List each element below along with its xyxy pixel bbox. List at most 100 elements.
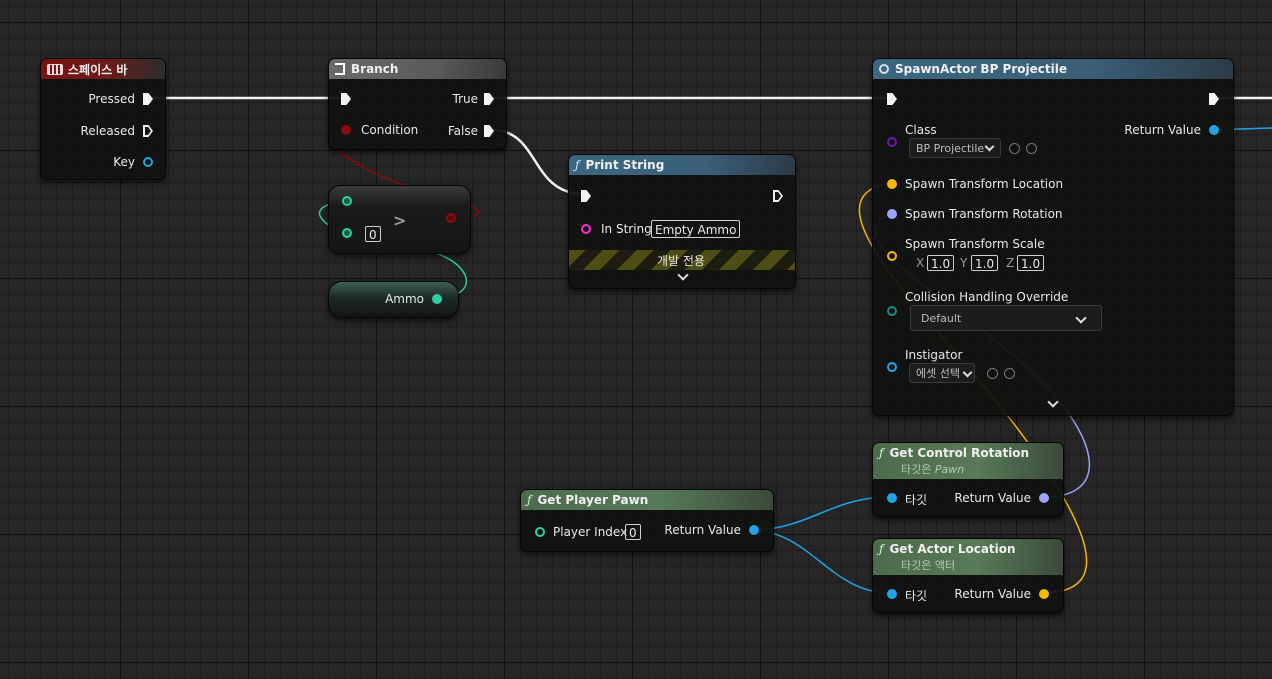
spacebar-node-header[interactable]: 스페이스 바 bbox=[41, 59, 165, 79]
keyboard-icon bbox=[47, 63, 63, 75]
spawn-actor-header[interactable]: SpawnActor BP Projectile bbox=[873, 59, 1233, 79]
get-actor-location-header[interactable]: ƒ Get Actor Location 타깃은 액터 bbox=[873, 539, 1063, 575]
actor-location-target-pin[interactable] bbox=[887, 589, 897, 599]
instigator-label: Instigator bbox=[905, 348, 963, 362]
spawn-rotation-label: Spawn Transform Rotation bbox=[905, 207, 1063, 221]
spawn-scale-pin[interactable] bbox=[887, 251, 897, 261]
get-control-rotation-header[interactable]: ƒ Get Control Rotation 타깃은 Pawn bbox=[873, 443, 1063, 479]
spawn-actor-node[interactable]: SpawnActor BP Projectile Class BP Projec… bbox=[872, 58, 1234, 416]
get-player-pawn-node[interactable]: ƒ Get Player Pawn Player Index 0 Return … bbox=[520, 489, 774, 552]
false-label: False bbox=[447, 124, 478, 138]
spawn-expand-chevron-icon[interactable] bbox=[1047, 396, 1059, 408]
collision-label: Collision Handling Override bbox=[905, 290, 1069, 304]
spawn-rotation-pin[interactable] bbox=[887, 209, 897, 219]
condition-label: Condition bbox=[361, 123, 419, 137]
compare-result-bool-pin[interactable] bbox=[446, 213, 456, 223]
scale-z-label: Z bbox=[1006, 256, 1015, 270]
function-icon: ƒ bbox=[879, 541, 884, 556]
control-rotation-return-label: Return Value bbox=[954, 491, 1031, 505]
player-index-pin[interactable] bbox=[535, 527, 545, 537]
branch-exec-in-pin[interactable] bbox=[341, 93, 351, 105]
instigator-browse-icon[interactable] bbox=[1004, 368, 1015, 379]
released-label: Released bbox=[80, 124, 135, 138]
compare-input-b-pin[interactable] bbox=[342, 228, 352, 238]
get-player-pawn-title: Get Player Pawn bbox=[537, 493, 649, 507]
actor-location-target-label: 타깃 bbox=[905, 589, 928, 603]
spacebar-event-node[interactable]: 스페이스 바 Pressed Released Key bbox=[40, 58, 166, 180]
actor-location-return-pin[interactable] bbox=[1039, 589, 1049, 599]
instigator-dropdown-value: 에셋 선택 bbox=[916, 367, 960, 380]
control-rotation-target-label: 타깃 bbox=[905, 493, 928, 507]
spawn-actor-title: SpawnActor BP Projectile bbox=[895, 62, 1067, 76]
spawn-exec-in-pin[interactable] bbox=[887, 93, 897, 105]
branch-node-title: Branch bbox=[351, 62, 399, 76]
spawn-exec-out-pin[interactable] bbox=[1209, 93, 1219, 105]
class-pin[interactable] bbox=[887, 137, 897, 147]
player-index-input[interactable]: 0 bbox=[625, 524, 641, 540]
true-exec-pin[interactable] bbox=[484, 93, 494, 105]
true-label: True bbox=[452, 92, 479, 106]
print-string-title: Print String bbox=[585, 158, 665, 172]
class-dropdown-value: BP Projectile bbox=[916, 141, 985, 155]
spawn-location-pin[interactable] bbox=[887, 179, 897, 189]
function-icon: ƒ bbox=[527, 493, 532, 507]
greater-than-node[interactable]: 0 > bbox=[328, 185, 471, 254]
actor-location-return-label: Return Value bbox=[954, 587, 1031, 601]
use-selected-icon[interactable] bbox=[1009, 143, 1020, 154]
key-label: Key bbox=[113, 155, 135, 169]
control-rotation-return-pin[interactable] bbox=[1039, 493, 1049, 503]
ammo-int-pin[interactable] bbox=[432, 294, 442, 304]
get-control-rotation-title: Get Control Rotation bbox=[889, 445, 1030, 460]
pressed-exec-pin[interactable] bbox=[143, 93, 153, 105]
key-struct-pin[interactable] bbox=[143, 157, 153, 167]
get-player-pawn-header[interactable]: ƒ Get Player Pawn bbox=[521, 490, 773, 510]
get-actor-location-title: Get Actor Location bbox=[889, 541, 1016, 556]
spawn-return-label: Return Value bbox=[1124, 123, 1201, 137]
get-control-rotation-node[interactable]: ƒ Get Control Rotation 타깃은 Pawn 타깃 Retur… bbox=[872, 442, 1064, 517]
browse-search-icon[interactable] bbox=[1026, 143, 1037, 154]
condition-bool-pin[interactable] bbox=[341, 125, 351, 135]
scale-y-input[interactable]: 1.0 bbox=[971, 255, 999, 271]
print-exec-out-pin[interactable] bbox=[773, 190, 783, 202]
pressed-label: Pressed bbox=[88, 92, 135, 106]
player-pawn-return-pin[interactable] bbox=[749, 525, 759, 535]
compare-input-a-pin[interactable] bbox=[342, 196, 352, 206]
player-pawn-return-label: Return Value bbox=[664, 523, 741, 537]
collision-pin[interactable] bbox=[887, 306, 897, 316]
class-label: Class bbox=[905, 123, 937, 137]
scale-y-label: Y bbox=[960, 256, 968, 270]
get-control-rotation-subtitle: 타깃은 Pawn bbox=[901, 462, 965, 476]
instigator-pin[interactable] bbox=[887, 362, 897, 372]
branch-node-header[interactable]: Branch bbox=[329, 59, 506, 79]
spawn-return-pin[interactable] bbox=[1209, 125, 1219, 135]
ammo-label: Ammo bbox=[385, 292, 424, 306]
expand-chevron-icon[interactable] bbox=[677, 269, 689, 281]
in-string-pin[interactable] bbox=[581, 224, 591, 234]
in-string-input[interactable]: Empty Ammo bbox=[651, 220, 741, 238]
compare-value-input[interactable]: 0 bbox=[365, 226, 381, 242]
branch-node[interactable]: Branch True Condition False bbox=[328, 58, 507, 150]
function-icon: ƒ bbox=[575, 158, 580, 172]
function-icon: ƒ bbox=[879, 445, 884, 460]
ammo-variable-node[interactable]: Ammo bbox=[328, 281, 459, 318]
released-exec-pin[interactable] bbox=[143, 125, 153, 137]
instigator-use-selected-icon[interactable] bbox=[987, 368, 998, 379]
collision-dropdown[interactable]: Default bbox=[910, 305, 1102, 331]
print-string-node[interactable]: ƒ Print String In String Empty Ammo 개발 전… bbox=[568, 154, 796, 289]
greater-than-operator: > bbox=[393, 211, 407, 230]
scale-x-label: X bbox=[916, 256, 925, 270]
collision-dropdown-value: Default bbox=[921, 311, 962, 325]
false-exec-pin[interactable] bbox=[484, 125, 494, 137]
print-exec-in-pin[interactable] bbox=[581, 190, 591, 202]
dev-only-label: 개발 전용 bbox=[657, 254, 705, 268]
spacebar-node-title: 스페이스 바 bbox=[68, 62, 128, 77]
print-string-header[interactable]: ƒ Print String bbox=[569, 155, 795, 175]
get-actor-location-node[interactable]: ƒ Get Actor Location 타깃은 액터 타깃 Return Va… bbox=[872, 538, 1064, 613]
scale-z-input[interactable]: 1.0 bbox=[1017, 255, 1045, 271]
scale-x-input[interactable]: 1.0 bbox=[927, 255, 955, 271]
spawn-scale-label: Spawn Transform Scale bbox=[905, 237, 1045, 251]
control-rotation-target-pin[interactable] bbox=[887, 493, 897, 503]
in-string-label: In String bbox=[601, 222, 652, 236]
spawn-actor-icon bbox=[879, 64, 889, 74]
player-index-label: Player Index bbox=[553, 525, 628, 539]
